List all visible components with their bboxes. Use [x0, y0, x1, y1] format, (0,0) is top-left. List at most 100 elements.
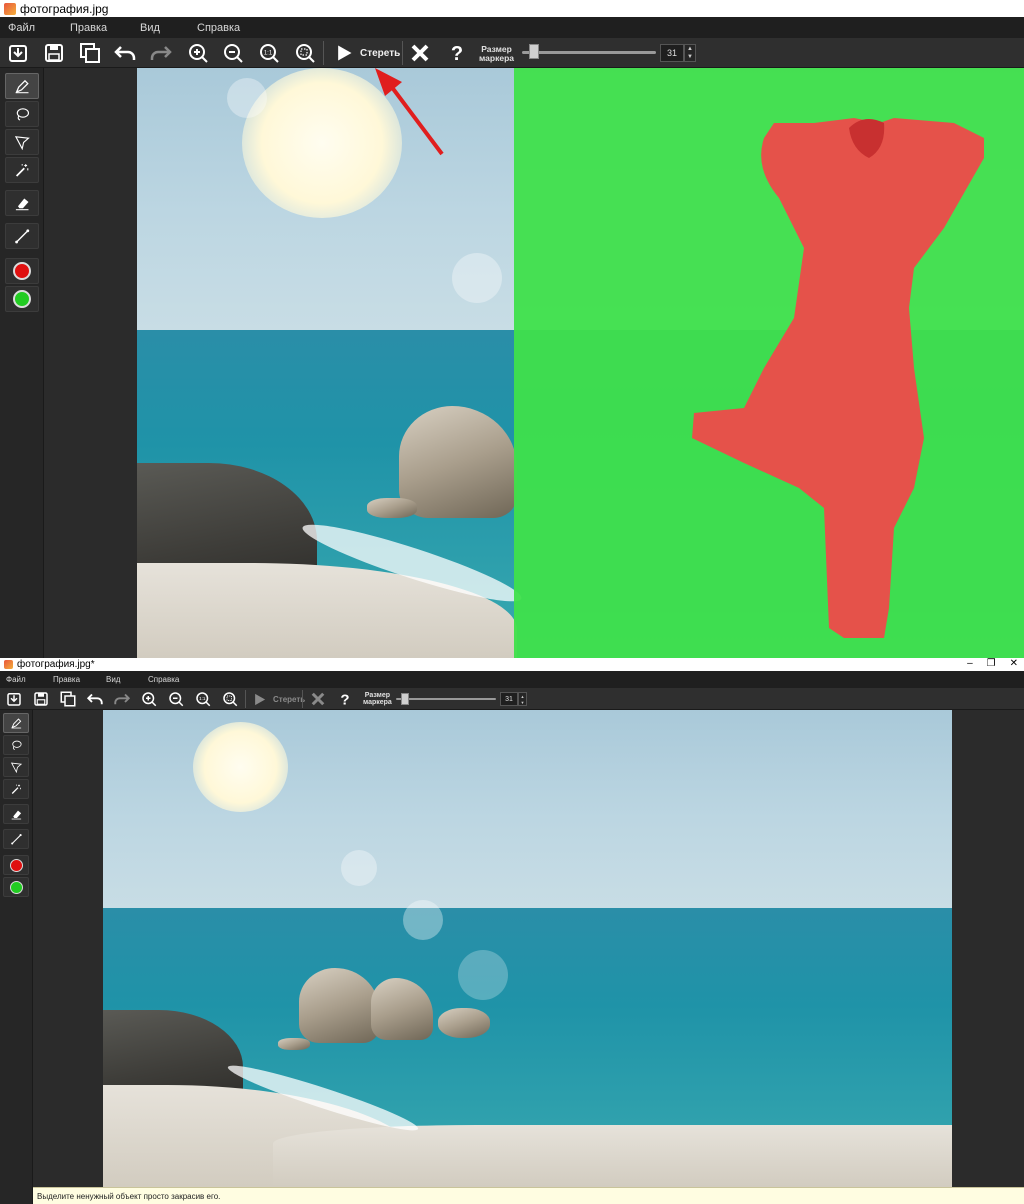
- lasso-tool[interactable]: [3, 735, 29, 755]
- marker-tool[interactable]: [5, 73, 39, 99]
- zoom-fit-button[interactable]: [221, 690, 239, 708]
- lens-flare: [227, 78, 267, 118]
- marker-size-slider-thumb[interactable]: [401, 693, 409, 705]
- zoom-fit-button[interactable]: [293, 41, 317, 65]
- marker-size-spinner[interactable]: ▲ ▼: [518, 692, 527, 706]
- marker-size-input[interactable]: 31: [500, 692, 518, 706]
- undo-button[interactable]: [86, 690, 104, 708]
- toolbar: 1:1 Стереть ? Размер маркера 31 ▲ ▼: [0, 688, 1024, 710]
- save-as-button[interactable]: [78, 41, 102, 65]
- photo-rock: [367, 498, 417, 518]
- marker-size-spinner[interactable]: ▲ ▼: [684, 44, 696, 62]
- zoom-out-icon: [169, 692, 184, 707]
- polygon-lasso-icon: [14, 135, 30, 150]
- green-marker-button[interactable]: [5, 286, 39, 312]
- app-icon: [4, 660, 13, 669]
- photo-rock: [438, 1008, 490, 1038]
- redo-button[interactable]: [149, 41, 173, 65]
- menu-help[interactable]: Справка: [197, 22, 240, 34]
- magic-wand-icon: [15, 163, 29, 177]
- spin-down-icon[interactable]: ▼: [687, 54, 693, 60]
- menu-file[interactable]: Файл: [8, 22, 35, 34]
- zoom-in-button[interactable]: [186, 41, 210, 65]
- spin-up-icon[interactable]: ▲: [687, 46, 693, 52]
- window-controls: – ❐ ✕: [967, 658, 1018, 669]
- marker-tool[interactable]: [3, 713, 29, 733]
- magic-wand-tool[interactable]: [3, 779, 29, 799]
- menu-view[interactable]: Вид: [140, 22, 160, 34]
- erase-button[interactable]: Стереть: [334, 42, 400, 64]
- spin-down-icon[interactable]: ▼: [521, 700, 525, 705]
- zoom-actual-icon: 1:1: [260, 44, 279, 63]
- line-icon: [10, 833, 22, 845]
- polygon-lasso-tool[interactable]: [3, 757, 29, 777]
- zoom-out-button[interactable]: [167, 690, 185, 708]
- marker-size-slider[interactable]: [522, 51, 656, 54]
- save-as-icon: [80, 43, 100, 63]
- status-text: Выделите ненужный объект просто закрасив…: [37, 1191, 221, 1201]
- undo-icon: [86, 693, 103, 705]
- lasso-icon: [11, 740, 22, 750]
- open-button[interactable]: [5, 690, 23, 708]
- red-remove-mask: [692, 118, 984, 638]
- save-as-button[interactable]: [59, 690, 77, 708]
- svg-text:1:1: 1:1: [264, 51, 273, 57]
- spin-up-icon[interactable]: ▲: [521, 694, 525, 699]
- green-marker-icon: [13, 290, 31, 308]
- restore-icon[interactable]: ❐: [987, 658, 996, 669]
- magic-wand-tool[interactable]: [5, 157, 39, 183]
- line-icon: [14, 228, 29, 243]
- zoom-actual-button[interactable]: 1:1: [194, 690, 212, 708]
- zoom-out-icon: [224, 44, 243, 63]
- redo-icon: [114, 693, 131, 705]
- canvas-area: [33, 710, 1024, 1187]
- photo-canvas[interactable]: [137, 68, 1024, 658]
- polygon-lasso-icon: [10, 762, 22, 773]
- menu-view[interactable]: Вид: [106, 675, 120, 684]
- cancel-button[interactable]: [309, 690, 327, 708]
- line-tool[interactable]: [3, 829, 29, 849]
- save-as-icon: [60, 691, 76, 707]
- lasso-tool[interactable]: [5, 101, 39, 127]
- redo-button[interactable]: [113, 690, 131, 708]
- top-app-window: фотография.jpg Файл Правка Вид Справка 1: [0, 0, 1024, 658]
- menu-edit[interactable]: Правка: [53, 675, 80, 684]
- status-bar: Выделите ненужный объект просто закрасив…: [33, 1187, 1024, 1204]
- marker-size-label-line2: маркера: [479, 52, 514, 63]
- polygon-lasso-tool[interactable]: [5, 129, 39, 155]
- photo-canvas[interactable]: [103, 710, 952, 1187]
- red-marker-button[interactable]: [5, 258, 39, 284]
- eraser-tool[interactable]: [5, 190, 39, 216]
- marker-size-input[interactable]: 31: [660, 44, 684, 62]
- cancel-button[interactable]: [408, 41, 432, 65]
- line-tool[interactable]: [5, 223, 39, 249]
- zoom-fit-icon: [296, 44, 315, 63]
- help-button[interactable]: ?: [445, 41, 469, 65]
- open-icon: [9, 45, 27, 62]
- menu-edit[interactable]: Правка: [70, 22, 107, 34]
- open-button[interactable]: [6, 41, 30, 65]
- zoom-in-button[interactable]: [140, 690, 158, 708]
- marker-size-slider[interactable]: [396, 698, 496, 700]
- red-marker-button[interactable]: [3, 855, 29, 875]
- zoom-out-button[interactable]: [221, 41, 245, 65]
- erase-button[interactable]: Стереть: [252, 691, 305, 707]
- minimize-icon[interactable]: –: [967, 658, 973, 669]
- save-button[interactable]: [42, 41, 66, 65]
- undo-button[interactable]: [113, 41, 137, 65]
- save-button[interactable]: [32, 690, 50, 708]
- zoom-actual-button[interactable]: 1:1: [257, 41, 281, 65]
- marker-size-slider-thumb[interactable]: [528, 44, 539, 59]
- close-icon[interactable]: ✕: [1010, 658, 1018, 669]
- svg-text:1:1: 1:1: [199, 696, 206, 701]
- svg-text:?: ?: [451, 43, 463, 65]
- photo-beach: [273, 1125, 952, 1187]
- help-button[interactable]: ?: [336, 690, 354, 708]
- marker-size-label-line2: маркера: [363, 699, 392, 706]
- menu-file[interactable]: Файл: [6, 675, 26, 684]
- eraser-tool[interactable]: [3, 804, 29, 824]
- green-marker-button[interactable]: [3, 877, 29, 897]
- marker-icon: [10, 718, 21, 729]
- undo-icon: [114, 46, 136, 60]
- menu-help[interactable]: Справка: [148, 675, 179, 684]
